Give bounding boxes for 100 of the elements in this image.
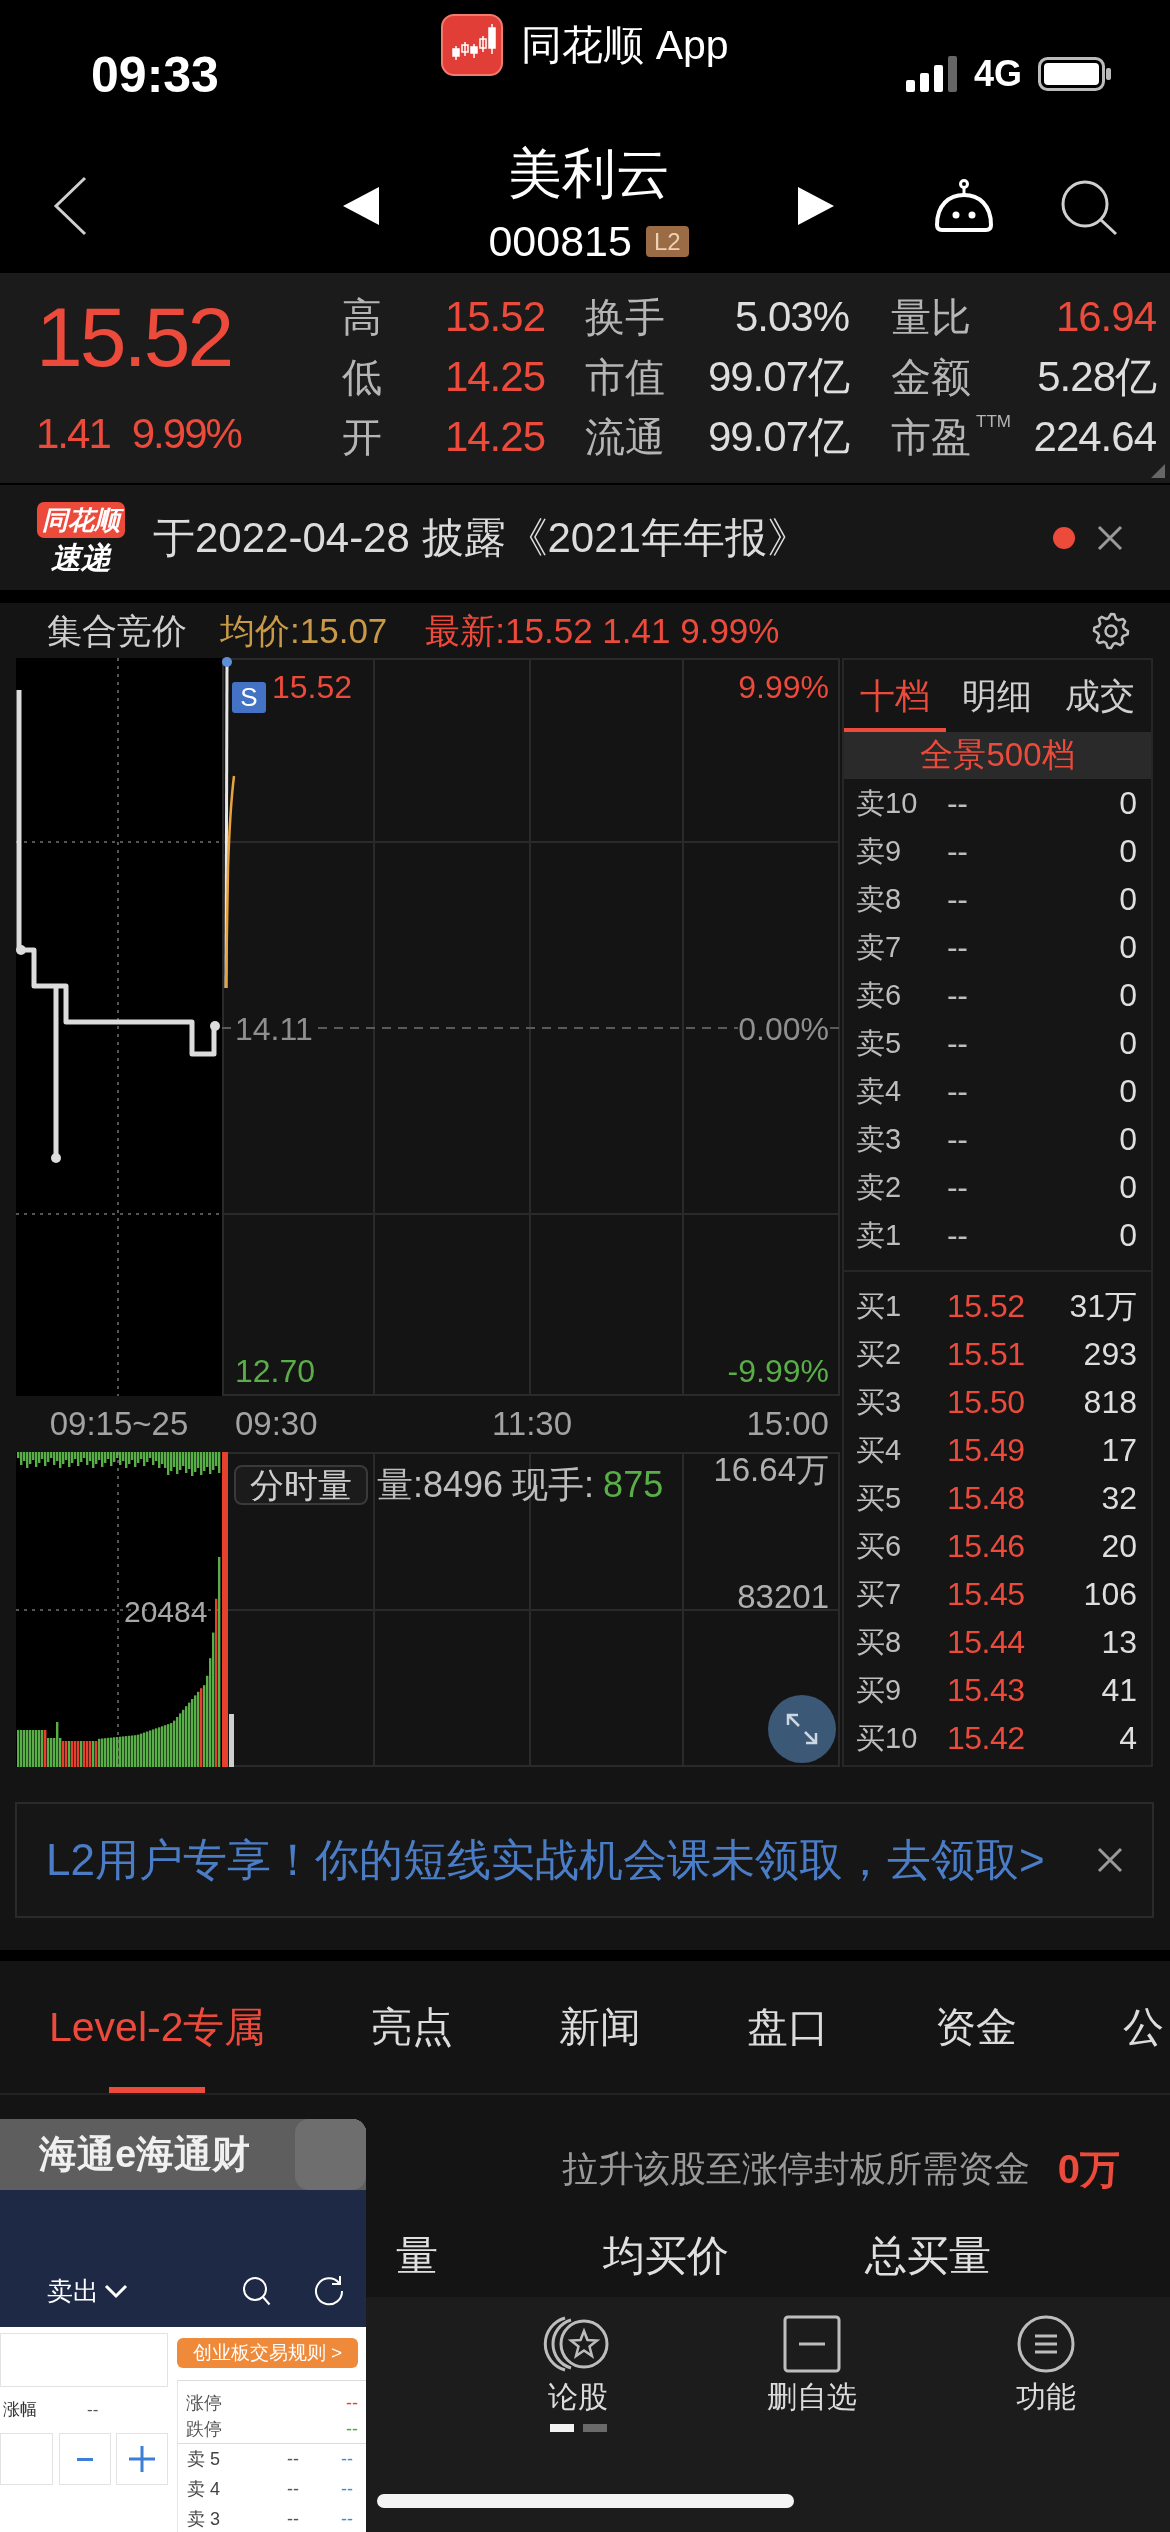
ask-price: -- <box>947 1025 968 1061</box>
current-volume-value: 875 <box>603 1465 664 1505</box>
ask-price: -- <box>287 2508 299 2530</box>
ask-price: -- <box>947 929 968 965</box>
volume-axis-label: 83201 <box>737 1579 829 1615</box>
bid-quantity: 20 <box>1101 1528 1137 1564</box>
seal-fund-value: 0万 <box>1057 2147 1120 2191</box>
bid-quantity: 13 <box>1101 1624 1137 1660</box>
data-point <box>210 1021 220 1031</box>
chevron-down-icon <box>105 2284 127 2298</box>
return-to-app-button[interactable]: 同花顺 App <box>441 14 729 76</box>
bid-quantity: 4 <box>1119 1720 1137 1756</box>
column-header: 均买价 <box>603 2233 729 2279</box>
stat-label: 流通 <box>585 414 665 461</box>
stock-name: 美利云 <box>507 142 670 204</box>
volume-indicator-tab[interactable]: 分时量 <box>234 1465 368 1505</box>
order-book-tab[interactable]: 成交 <box>1048 660 1151 732</box>
change-value: -- <box>87 2399 99 2421</box>
bid-quantity: 17 <box>1101 1432 1137 1468</box>
column-header: 总买量 <box>865 2233 991 2279</box>
quantity-input-field[interactable] <box>0 2433 53 2485</box>
latest-price: 最新:15.52 1.41 9.99% <box>425 610 780 651</box>
toolbar-button[interactable]: 功能 <box>1016 2314 1076 2414</box>
stat-label: 高 <box>342 294 382 341</box>
average-price: 均价:15.07 <box>220 610 388 651</box>
ask-price: -- <box>287 2478 299 2500</box>
right-triangle-icon <box>798 187 834 225</box>
notice-bar[interactable]: 同花顺 速递 于2022-04-28 披露《2021年年报》 <box>0 485 1170 590</box>
ask-quantity: -- <box>341 2478 353 2500</box>
volume-axis-label: 16.64万 <box>713 1452 829 1488</box>
bid-level-label: 买3 <box>856 1385 903 1419</box>
full-depth-button[interactable]: 全景500档 <box>844 732 1151 779</box>
change-label: 涨幅 <box>3 2399 37 2421</box>
refresh-button[interactable] <box>314 2275 344 2305</box>
toolbar-button[interactable]: 删自选 <box>767 2314 857 2414</box>
previous-stock-button[interactable] <box>343 187 379 225</box>
price-change: 1.41 <box>36 412 110 456</box>
back-button[interactable] <box>53 177 87 235</box>
settings-button[interactable] <box>1093 612 1129 649</box>
section-tab[interactable]: Level-2专属 <box>49 1961 266 2093</box>
order-book-tab[interactable]: 十档 <box>844 660 947 732</box>
search-button[interactable] <box>243 2277 270 2305</box>
order-book-tab[interactable]: 明细 <box>946 660 1049 732</box>
close-button[interactable] <box>1098 1848 1122 1872</box>
bid-quantity: 41 <box>1101 1672 1137 1708</box>
bid-price: 15.51 <box>947 1336 1025 1372</box>
signal-icon <box>906 56 958 92</box>
ask-level-label: 卖10 <box>856 786 919 820</box>
ask-price: -- <box>947 1121 968 1157</box>
stat-label: 量比 <box>891 294 971 341</box>
ask-quantity: 0 <box>1119 1121 1137 1157</box>
bid-price: 15.52 <box>947 1288 1025 1324</box>
ask-quantity: -- <box>341 2508 353 2530</box>
stat-value: 224.64 <box>1033 413 1156 461</box>
stat-label: 市盈$^{TTM}$ <box>891 413 1011 461</box>
battery-icon <box>1038 57 1113 91</box>
limit-value: -- <box>346 2392 358 2414</box>
trade-type-dropdown[interactable]: 卖出 <box>47 2274 127 2308</box>
bid-level-label: 买2 <box>856 1337 903 1371</box>
bid-price: 15.42 <box>947 1720 1025 1756</box>
candlestick-app-icon <box>441 14 504 76</box>
ask-quantity: -- <box>341 2448 353 2470</box>
bid-price: 15.46 <box>947 1528 1025 1564</box>
promo-text: L2用户专享！你的短线实战机会课未领取，去领取> <box>46 1834 1045 1886</box>
price-input-field[interactable] <box>0 2333 168 2387</box>
level-badge: L2 <box>645 225 689 257</box>
search-icon <box>1060 179 1118 235</box>
bid-price: 15.49 <box>947 1432 1025 1468</box>
current-volume-label: 现手: <box>512 1465 595 1505</box>
search-button[interactable] <box>1060 179 1118 235</box>
minus-icon <box>76 2457 93 2461</box>
time-axis-label: 11:30 <box>491 1404 573 1444</box>
ask-level-label: 卖7 <box>856 930 903 964</box>
stat-label: 低 <box>342 354 382 401</box>
close-icon <box>1098 525 1122 550</box>
time-axis-label: 09:30 <box>235 1404 318 1444</box>
promo-banner[interactable]: L2用户专享！你的短线实战机会课未领取，去领取> <box>15 1802 1154 1918</box>
volume-reading: 量:8496 <box>377 1465 504 1505</box>
bid-quantity: 32 <box>1101 1480 1137 1516</box>
close-button[interactable] <box>1098 525 1122 550</box>
menu-circle-icon <box>1016 2314 1076 2374</box>
next-stock-button[interactable] <box>798 187 834 225</box>
ask-level-label: 卖3 <box>856 1122 903 1156</box>
bid-quantity: 31万 <box>1069 1288 1137 1324</box>
stat-value: 14.25 <box>444 353 545 401</box>
bid-price: 15.45 <box>947 1576 1025 1612</box>
toolbar-button[interactable]: 论股 <box>547 2314 609 2414</box>
robot-button[interactable] <box>934 179 994 233</box>
ask-quantity: 0 <box>1119 929 1137 965</box>
increase-button[interactable] <box>116 2433 168 2485</box>
bid-quantity: 818 <box>1083 1384 1137 1420</box>
bid-level-label: 买6 <box>856 1529 903 1563</box>
bid-level-label: 买8 <box>856 1625 903 1659</box>
limit-label: 涨停 <box>186 2392 222 2414</box>
logo-text: 速递 <box>51 541 111 574</box>
ask-quantity: 0 <box>1119 1169 1137 1205</box>
bid-quantity: 106 <box>1083 1576 1137 1612</box>
app-name: 同花顺 App <box>521 21 729 70</box>
ask-level-label: 卖1 <box>856 1218 903 1252</box>
seal-fund-label: 拉升该股至涨停封板所需资金 <box>561 2147 1030 2191</box>
